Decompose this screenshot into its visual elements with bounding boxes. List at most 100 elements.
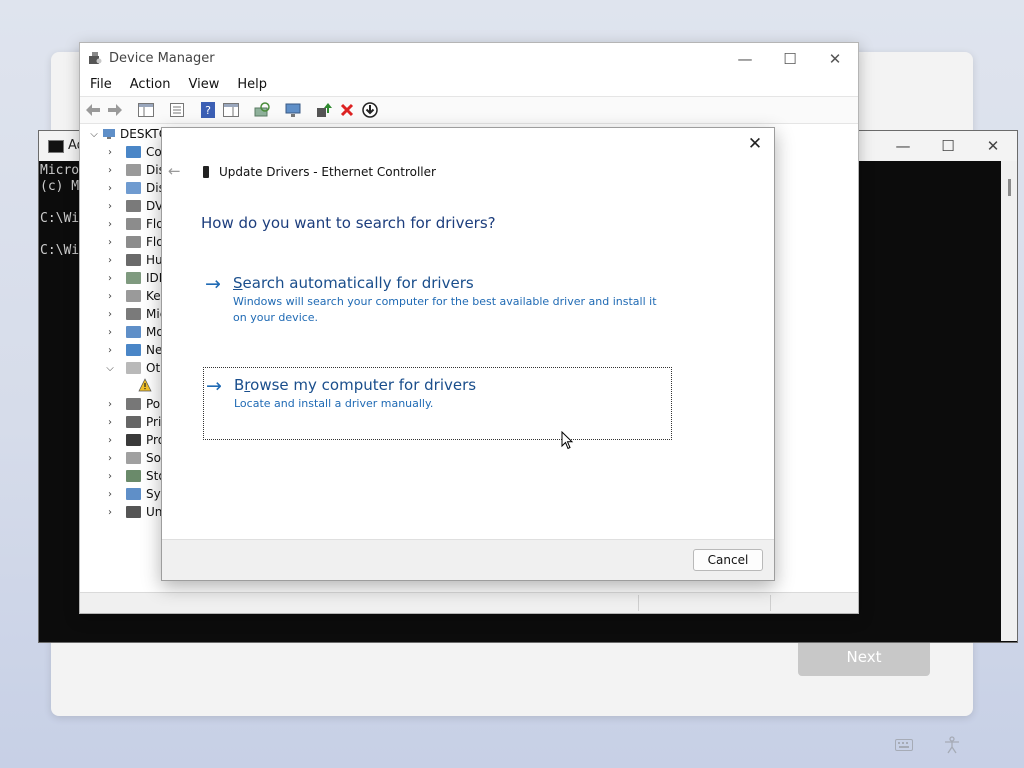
chevron-right-icon[interactable]: ›: [102, 345, 118, 356]
chevron-right-icon[interactable]: ›: [102, 327, 118, 338]
chevron-right-icon[interactable]: ›: [102, 147, 118, 158]
device-tree: ⌵ DESKTO › Cor › Disk › Disp › DVD › Flop › Flop › Hun…: [80, 125, 162, 589]
chevron-right-icon[interactable]: ›: [102, 399, 118, 410]
forward-arrow-icon[interactable]: [106, 101, 124, 119]
computer-icon: [103, 129, 115, 139]
tree-category[interactable]: › Key: [102, 287, 162, 305]
tree-category[interactable]: › Syst: [102, 485, 162, 503]
chevron-right-icon[interactable]: ›: [102, 219, 118, 230]
next-button[interactable]: Next: [798, 638, 930, 676]
tree-category[interactable]: › Net: [102, 341, 162, 359]
chevron-right-icon[interactable]: ›: [102, 417, 118, 428]
tree-category-label: Por: [146, 397, 162, 411]
chevron-right-icon[interactable]: ›: [102, 291, 118, 302]
tree-category[interactable]: › Disp: [102, 179, 162, 197]
warning-icon: [138, 377, 152, 395]
accessibility-icon[interactable]: [941, 736, 963, 754]
tree-root[interactable]: ⌵ DESKTO: [86, 125, 162, 143]
chevron-right-icon[interactable]: ›: [102, 201, 118, 212]
properties-icon[interactable]: [168, 101, 186, 119]
tree-category-label: Key: [146, 289, 162, 303]
dialog-back-arrow-icon[interactable]: ←: [168, 162, 184, 180]
update-driver-icon[interactable]: [315, 101, 333, 119]
device-manager-app-icon: [89, 52, 102, 64]
chevron-right-icon[interactable]: ›: [102, 273, 118, 284]
chevron-right-icon[interactable]: ›: [102, 237, 118, 248]
device-category-icon: [126, 362, 141, 374]
tree-category[interactable]: › Hun: [102, 251, 162, 269]
tree-category[interactable]: › Stor: [102, 467, 162, 485]
device-category-icon: [126, 344, 141, 356]
show-hide-console-tree-icon[interactable]: [137, 101, 155, 119]
tree-category-label: Pro: [146, 433, 162, 447]
monitor-icon[interactable]: [284, 101, 302, 119]
tree-category[interactable]: › Prin: [102, 413, 162, 431]
device-category-icon: [126, 236, 141, 248]
help-icon[interactable]: ?: [199, 101, 217, 119]
tree-category[interactable]: › Flop: [102, 233, 162, 251]
menu-bar: File Action View Help: [80, 74, 858, 96]
tree-category-label: Flop: [146, 217, 162, 231]
maximize-button[interactable]: ☐: [767, 47, 813, 71]
menu-help[interactable]: Help: [227, 74, 275, 96]
download-icon[interactable]: [361, 101, 379, 119]
close-button[interactable]: ✕: [812, 47, 858, 71]
status-divider: [638, 595, 639, 611]
dialog-footer: Cancel: [162, 539, 774, 580]
tree-category-label: Uni: [146, 505, 162, 519]
chevron-right-icon[interactable]: ›: [102, 183, 118, 194]
chevron-right-icon[interactable]: ›: [102, 255, 118, 266]
cmd-app-icon: [48, 140, 64, 153]
back-arrow-icon[interactable]: [84, 101, 102, 119]
device-category-icon: [126, 506, 141, 518]
chevron-right-icon[interactable]: ›: [102, 471, 118, 482]
tree-category[interactable]: › IDE: [102, 269, 162, 287]
menu-view[interactable]: View: [178, 74, 227, 96]
chevron-down-icon[interactable]: ⌵: [86, 129, 102, 140]
device-category-icon: [126, 182, 141, 194]
browse-computer-option[interactable]: → Browse my computer for drivers Locate …: [203, 367, 672, 440]
cmd-scrollbar[interactable]: [1001, 161, 1017, 641]
tree-category[interactable]: › Pro: [102, 431, 162, 449]
tree-category[interactable]: › Soft: [102, 449, 162, 467]
chevron-down-icon[interactable]: ⌵: [102, 363, 118, 374]
tree-category-label: Net: [146, 343, 162, 357]
tree-category-label: Hun: [146, 253, 162, 267]
scan-hardware-icon[interactable]: [253, 101, 271, 119]
svg-text:?: ?: [205, 104, 211, 117]
chevron-right-icon[interactable]: ›: [102, 309, 118, 320]
cancel-button[interactable]: Cancel: [693, 549, 763, 571]
cmd-scroll-thumb[interactable]: [1008, 179, 1011, 196]
keyboard-icon[interactable]: [893, 736, 915, 754]
dm-titlebar: Device Manager — ☐ ✕: [80, 43, 858, 73]
tree-category-label: Disp: [146, 181, 162, 195]
tree-category-label: IDE: [146, 271, 162, 285]
chevron-right-icon[interactable]: ›: [102, 453, 118, 464]
tree-category[interactable]: › DVD: [102, 197, 162, 215]
action-pane-icon[interactable]: [222, 101, 240, 119]
tree-category[interactable]: ⌵ Oth: [102, 359, 162, 377]
tree-category[interactable]: › Disk: [102, 161, 162, 179]
tree-category[interactable]: › Mo: [102, 323, 162, 341]
chevron-right-icon[interactable]: ›: [102, 507, 118, 518]
dialog-close-icon[interactable]: ✕: [742, 133, 768, 155]
tree-category[interactable]: › Uni: [102, 503, 162, 521]
option-title[interactable]: Browse my computer for drivers: [234, 376, 476, 394]
tree-category[interactable]: › Mic: [102, 305, 162, 323]
chevron-right-icon[interactable]: ›: [102, 165, 118, 176]
tree-category[interactable]: › Cor: [102, 143, 162, 161]
uninstall-device-icon[interactable]: [338, 101, 356, 119]
cmd-minimize-button[interactable]: —: [883, 135, 923, 157]
menu-action[interactable]: Action: [120, 74, 179, 96]
chevron-right-icon[interactable]: ›: [102, 435, 118, 446]
chevron-right-icon[interactable]: ›: [102, 489, 118, 500]
tree-category[interactable]: › Flop: [102, 215, 162, 233]
cmd-maximize-button[interactable]: ☐: [928, 135, 968, 157]
search-automatically-option[interactable]: → Search automatically for drivers Windo…: [203, 274, 670, 328]
minimize-button[interactable]: —: [722, 47, 768, 71]
menu-file[interactable]: File: [80, 74, 120, 96]
tree-child-unknown-device[interactable]: [138, 377, 152, 395]
tree-category[interactable]: › Por: [102, 395, 162, 413]
cmd-close-button[interactable]: ✕: [973, 135, 1013, 157]
option-title[interactable]: Search automatically for drivers: [233, 274, 474, 292]
